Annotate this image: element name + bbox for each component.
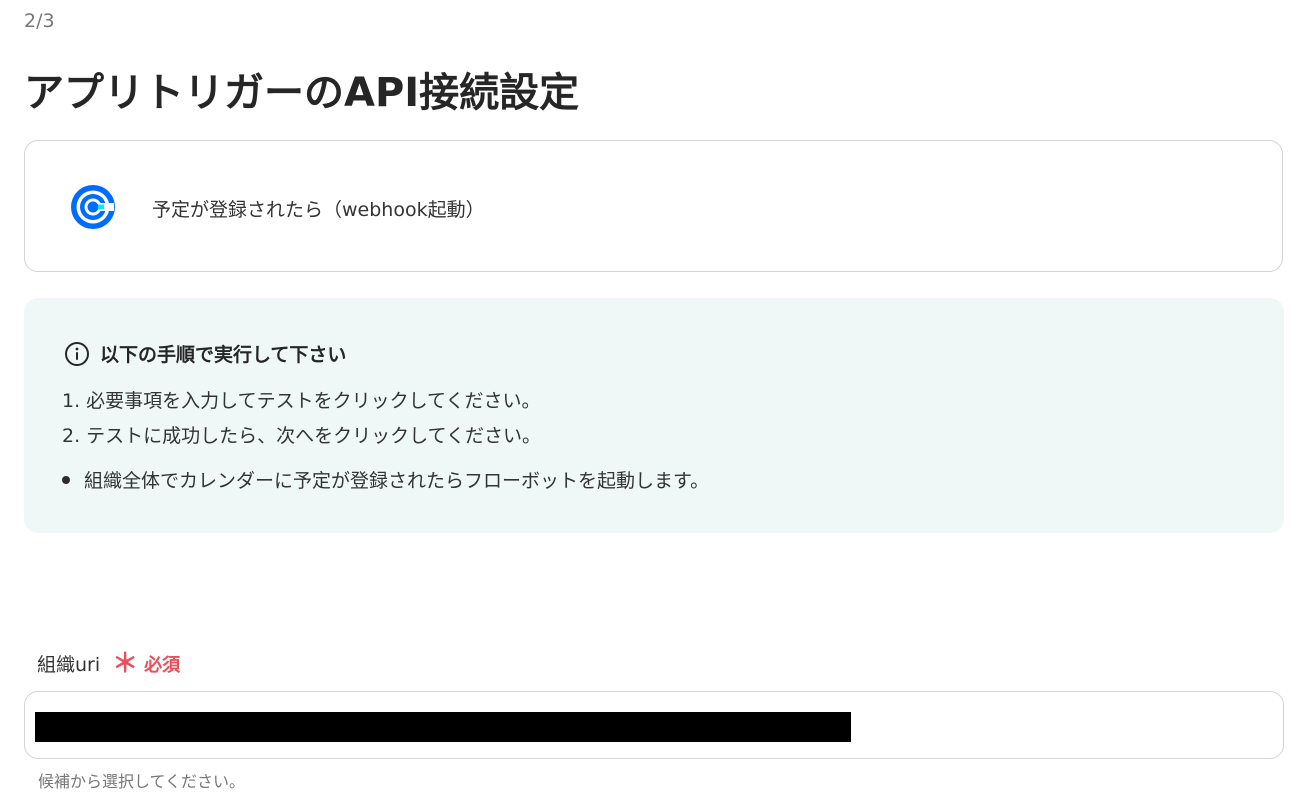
calendly-icon [69,183,117,231]
app-trigger-card[interactable]: 予定が登録されたら（webhook起動） [24,140,1283,272]
info-circle-icon [64,341,90,367]
org-uri-field[interactable] [24,691,1284,759]
required-badge: ＊ 必須 [112,651,180,677]
org-uri-input[interactable] [35,712,851,742]
required-text: 必須 [144,654,181,676]
instructions-heading: 以下の手順で実行して下さい [64,340,346,367]
instruction-note-text: 組織全体でカレンダーに予定が登録されたらフローボットを起動します。 [84,470,710,492]
step-counter: 2/3 [24,10,55,32]
instruction-note: 組織全体でカレンダーに予定が登録されたらフローボットを起動します。 [62,466,709,493]
instruction-step: 2. テストに成功したら、次へをクリックしてください。 [62,425,542,447]
org-uri-label: 組織uri [37,654,101,676]
instruction-step: 1. 必要事項を入力してテストをクリックしてください。 [62,390,541,412]
api-connection-settings-page: 2/3 アプリトリガーのAPI接続設定 予定が登録されたら（webhook起動） [0,0,1304,809]
trigger-label: 予定が登録されたら（webhook起動） [152,199,485,221]
required-asterisk-icon: ＊ [112,648,139,679]
instructions-panel: 以下の手順で実行して下さい 1. 必要事項を入力してテストをクリックしてください… [24,298,1284,533]
org-uri-hint: 候補から選択してください。 [38,772,246,791]
org-uri-label-row: 組織uri ＊ 必須 [37,650,180,677]
instructions-heading-text: 以下の手順で実行して下さい [100,344,347,366]
bullet-dot [62,475,70,484]
page-title: アプリトリガーのAPI接続設定 [24,70,580,116]
